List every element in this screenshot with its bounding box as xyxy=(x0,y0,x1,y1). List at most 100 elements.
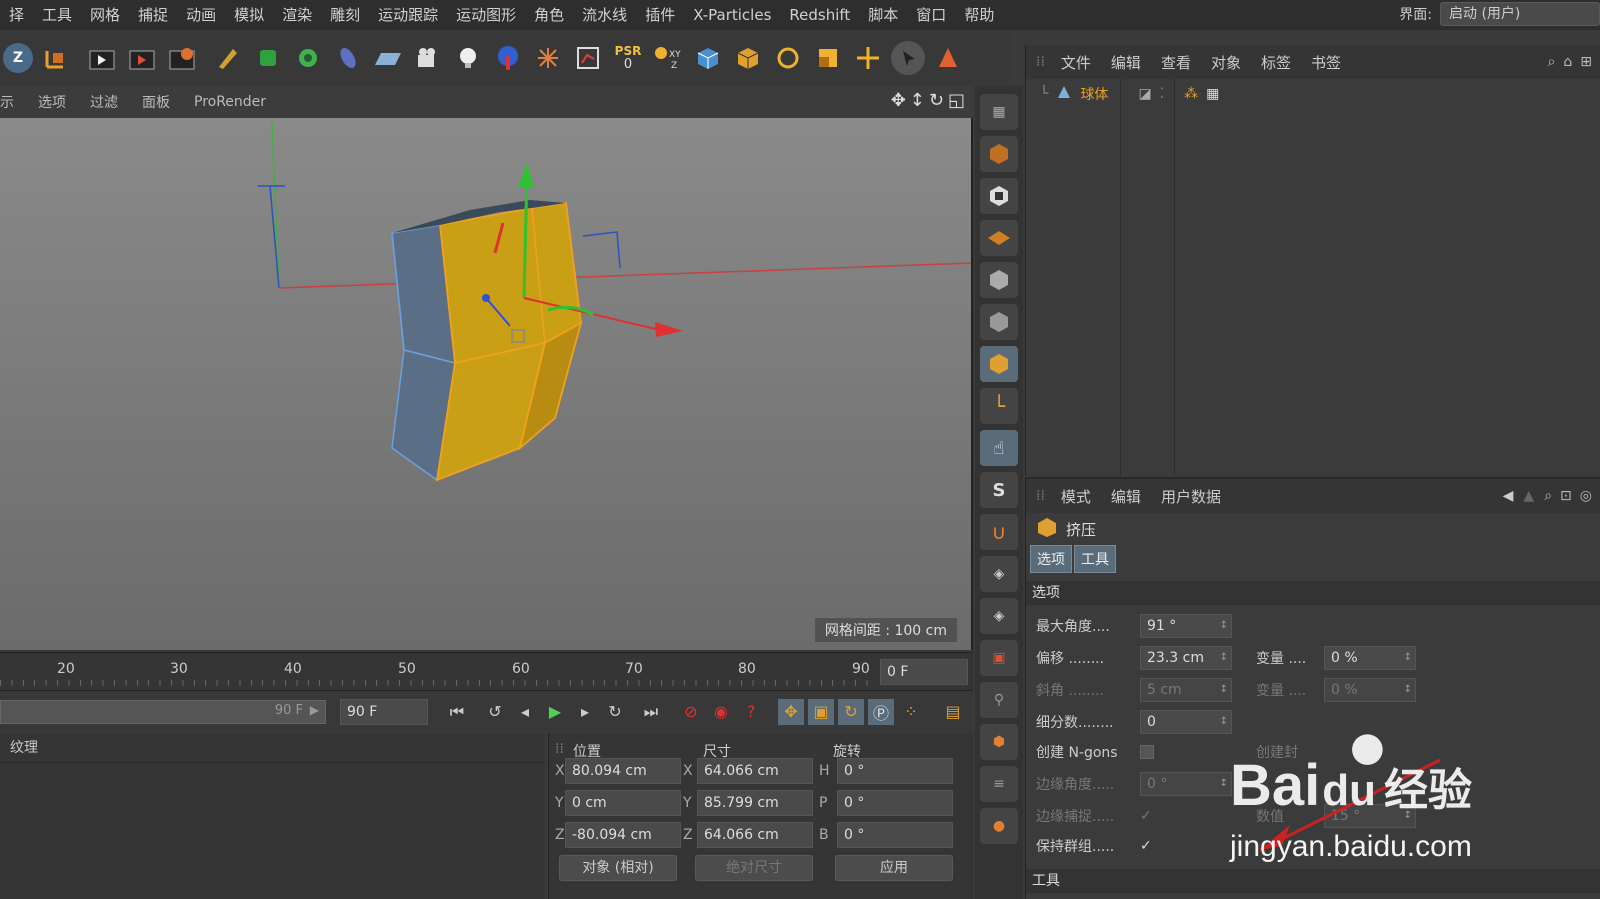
coord-mode-dropdown[interactable]: 对象 (相对) xyxy=(559,855,677,881)
up-arrow-icon[interactable]: ▲ xyxy=(1523,488,1534,504)
pen-icon[interactable] xyxy=(211,41,245,75)
cube-icon[interactable] xyxy=(691,41,725,75)
am-menu-edit[interactable]: 编辑 xyxy=(1101,486,1151,507)
size-z-field[interactable]: 64.066 cm xyxy=(697,822,813,848)
am-menu-user-data[interactable]: 用户数据 xyxy=(1151,486,1231,507)
deformer-icon[interactable] xyxy=(491,41,525,75)
rotate-icon[interactable] xyxy=(771,41,805,75)
viewport-menu-display[interactable]: 示 xyxy=(0,92,26,112)
pos-z-field[interactable]: -80.094 cm xyxy=(565,822,681,848)
menu-sculpt[interactable]: 雕刻 xyxy=(321,0,369,30)
key-position-icon[interactable]: ✥ xyxy=(778,698,804,725)
polygons-mode-icon[interactable] xyxy=(980,346,1018,382)
menu-render[interactable]: 渲染 xyxy=(273,0,321,30)
explode-icon[interactable] xyxy=(531,41,565,75)
menu-redshift[interactable]: Redshift xyxy=(780,0,859,30)
play-icon[interactable]: ▶ xyxy=(542,699,568,725)
menu-mesh[interactable]: 网格 xyxy=(81,0,129,30)
menu-simulate[interactable]: 模拟 xyxy=(225,0,273,30)
om-menu-file[interactable]: 文件 xyxy=(1051,52,1101,73)
pan-icon[interactable]: ✥ xyxy=(891,90,906,111)
dots-icon[interactable]: ⁚ xyxy=(1160,86,1164,102)
light-icon[interactable] xyxy=(451,41,485,75)
psr-icon[interactable]: PSR 0 xyxy=(611,41,645,75)
timeline-options-icon[interactable]: ▤ xyxy=(940,699,966,725)
editor-visibility-icon[interactable]: ◪ xyxy=(1138,86,1151,102)
menu-tools[interactable]: 工具 xyxy=(33,0,81,30)
spline-icon[interactable] xyxy=(331,41,365,75)
prev-key-icon[interactable]: ↺ xyxy=(482,699,508,725)
object-name[interactable]: 球体 xyxy=(1080,84,1108,104)
menu-script[interactable]: 脚本 xyxy=(859,0,907,30)
magnet-icon[interactable]: ∪ xyxy=(980,514,1018,550)
pos-y-field[interactable]: 0 cm xyxy=(565,790,681,816)
key-rotation-icon[interactable]: ↻ xyxy=(838,698,864,725)
menu-plugins[interactable]: 插件 xyxy=(636,0,684,30)
om-menu-bookmarks[interactable]: 书签 xyxy=(1301,52,1351,73)
mograph-icon[interactable] xyxy=(291,41,325,75)
viewport-menu-filter[interactable]: 过滤 xyxy=(78,92,130,112)
box-icon[interactable] xyxy=(731,41,765,75)
interface-dropdown[interactable]: 启动 (用户) xyxy=(1440,2,1600,26)
variance-2-field[interactable]: 0 % xyxy=(1324,678,1416,702)
floor-icon[interactable] xyxy=(371,41,405,75)
points-icon[interactable] xyxy=(931,41,965,75)
model-mode-icon[interactable] xyxy=(980,136,1018,172)
lock-icon[interactable]: ⊡ xyxy=(1560,488,1572,504)
pos-x-field[interactable]: 80.094 cm xyxy=(565,758,681,784)
auto-key-icon[interactable]: ◉ xyxy=(708,699,734,725)
next-frame-icon[interactable]: ▸ xyxy=(572,699,598,725)
bevel-field[interactable]: 5 cm xyxy=(1140,678,1232,702)
am-menu-mode[interactable]: 模式 xyxy=(1051,486,1101,507)
om-menu-view[interactable]: 查看 xyxy=(1151,52,1201,73)
render-settings-icon[interactable] xyxy=(165,41,199,75)
texture-mode-icon[interactable] xyxy=(980,178,1018,214)
planar-workplane-icon[interactable]: ◈ xyxy=(980,598,1018,634)
menu-snap[interactable]: 捕捉 xyxy=(129,0,177,30)
tab-tool[interactable]: 工具 xyxy=(1074,545,1116,573)
om-menu-objects[interactable]: 对象 xyxy=(1201,52,1251,73)
lock-workplane-icon[interactable]: ◈ xyxy=(980,556,1018,592)
viewport-menu-prorender[interactable]: ProRender xyxy=(182,94,278,110)
3d-viewport[interactable]: 网格间距 : 100 cm xyxy=(0,118,973,650)
xyz-icon[interactable]: XY Z xyxy=(651,41,685,75)
offset-field[interactable]: 23.3 cm xyxy=(1140,646,1232,670)
am-search-icon[interactable]: ⌕ xyxy=(1544,488,1552,504)
key-pla-icon[interactable]: ⁘ xyxy=(898,699,924,725)
menu-character[interactable]: 角色 xyxy=(525,0,573,30)
menu-animate[interactable]: 动画 xyxy=(177,0,225,30)
dolly-icon[interactable]: ↕ xyxy=(910,90,925,111)
max-angle-field[interactable]: 91 ° xyxy=(1140,614,1232,638)
next-key-icon[interactable]: ↻ xyxy=(602,699,628,725)
rot-p-field[interactable]: 0 ° xyxy=(837,790,953,816)
size-y-field[interactable]: 85.799 cm xyxy=(697,790,813,816)
om-menu-edit[interactable]: 编辑 xyxy=(1101,52,1151,73)
edges-mode-icon[interactable] xyxy=(980,304,1018,340)
render-view-icon[interactable] xyxy=(85,41,119,75)
goto-end-icon[interactable]: ⏭ xyxy=(638,699,664,725)
select-icon[interactable] xyxy=(891,41,925,75)
key-help-icon[interactable]: ? xyxy=(738,699,764,725)
phong-tag-icon[interactable]: ⁂ xyxy=(1184,86,1198,102)
cube-generator-icon[interactable] xyxy=(251,41,285,75)
current-frame-field[interactable]: 0 F xyxy=(880,659,968,685)
variance-1-field[interactable]: 0 % xyxy=(1324,646,1416,670)
sphere-icon[interactable]: ● xyxy=(980,808,1018,844)
om-search-icon[interactable]: ⌕ xyxy=(1548,54,1556,70)
object-row[interactable]: └ 球体 ◪ ⁚ ⁂ ▦ xyxy=(1026,79,1600,109)
guide-icon[interactable]: ≡ xyxy=(980,766,1018,802)
material-tag-icon[interactable]: ▦ xyxy=(1206,86,1219,102)
menu-pipeline[interactable]: 流水线 xyxy=(573,0,636,30)
tweak-mode-icon[interactable]: ☝ xyxy=(980,430,1018,466)
material-tab-texture[interactable]: 纹理 xyxy=(10,740,38,756)
size-x-field[interactable]: 64.066 cm xyxy=(697,758,813,784)
maximize-icon[interactable]: ◱ xyxy=(948,90,965,111)
menu-motion-tracking[interactable]: 运动跟踪 xyxy=(369,0,447,30)
prev-frame-icon[interactable]: ◂ xyxy=(512,699,538,725)
menu-mograph[interactable]: 运动图形 xyxy=(447,0,525,30)
object-drop-icon[interactable]: ⬢ xyxy=(980,724,1018,760)
sculpt-icon[interactable]: ▦ xyxy=(980,94,1018,130)
timeline-ruler[interactable]: 20 30 40 50 60 70 80 90 0 F xyxy=(0,652,973,690)
points-mode-icon[interactable] xyxy=(980,262,1018,298)
snap-icon[interactable]: S xyxy=(980,472,1018,508)
